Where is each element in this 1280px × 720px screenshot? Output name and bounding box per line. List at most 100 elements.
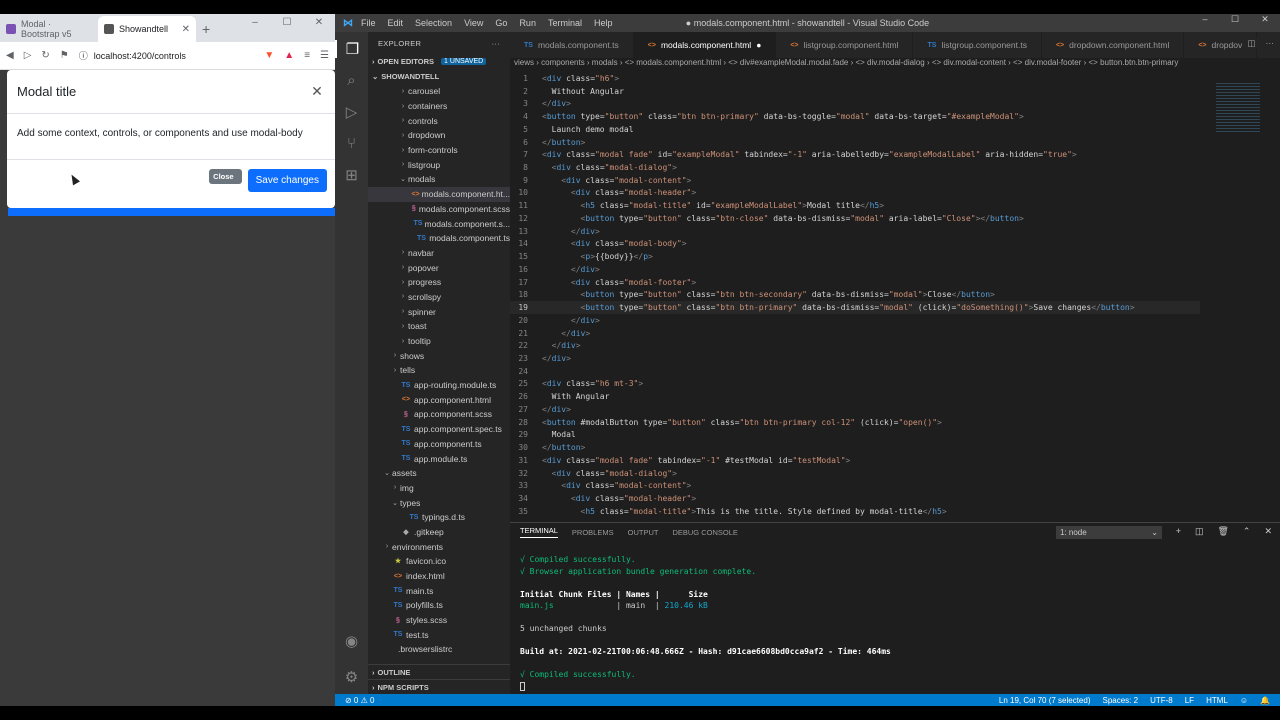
close-window-icon[interactable]: ✕ bbox=[303, 14, 335, 32]
bookmark-icon[interactable]: ⚑ bbox=[60, 50, 69, 61]
breadcrumb[interactable]: views › components › modals › <> modals.… bbox=[510, 58, 1280, 71]
close-button[interactable]: Close bbox=[209, 169, 242, 184]
tree-item[interactable]: <> app.component.html bbox=[368, 392, 510, 407]
maximize-icon[interactable]: ☐ bbox=[1220, 14, 1250, 25]
tree-item[interactable]: <> index.html bbox=[368, 569, 510, 584]
code-line[interactable]: 14 <div class="modal-body"> bbox=[510, 238, 1200, 251]
code-line[interactable]: 13 </div> bbox=[510, 225, 1200, 238]
tree-item[interactable]: TS modals.component.s... bbox=[368, 216, 510, 231]
tree-item[interactable]: › toast bbox=[368, 319, 510, 334]
project-section[interactable]: ⌄ SHOWANDTELL bbox=[368, 69, 510, 84]
tree-item[interactable]: TS test.ts bbox=[368, 627, 510, 642]
tree-item[interactable]: ⌄ modals bbox=[368, 172, 510, 187]
code-line[interactable]: 15 <p>{{body}}</p> bbox=[510, 250, 1200, 263]
menu-item-edit[interactable]: Edit bbox=[388, 18, 404, 28]
code-line[interactable]: 2 Without Angular bbox=[510, 85, 1200, 98]
tree-item[interactable]: .browserslistrc bbox=[368, 642, 510, 657]
feedback-icon[interactable]: ☺ bbox=[1240, 696, 1248, 705]
new-tab-icon[interactable]: + bbox=[202, 21, 210, 37]
menu-item-go[interactable]: Go bbox=[495, 18, 507, 28]
code-line[interactable]: 24 bbox=[510, 365, 1200, 378]
notifications-icon[interactable]: 🔔 bbox=[1260, 696, 1270, 705]
tree-item[interactable]: › listgroup bbox=[368, 157, 510, 172]
maximize-panel-icon[interactable]: ⌃ bbox=[1243, 526, 1251, 537]
tree-item[interactable]: § app.component.scss bbox=[368, 407, 510, 422]
code-line[interactable]: 1 <div class="h6"> bbox=[510, 72, 1200, 85]
tree-item[interactable]: ⌄ types bbox=[368, 495, 510, 510]
code-line[interactable]: 10 <div class="modal-header"> bbox=[510, 187, 1200, 200]
minimap[interactable] bbox=[1200, 72, 1280, 522]
tree-item[interactable]: <> modals.component.ht... bbox=[368, 186, 510, 202]
code-line[interactable]: 29 Modal bbox=[510, 429, 1200, 442]
tree-item[interactable]: › tells bbox=[368, 363, 510, 378]
tree-item[interactable]: › tooltip bbox=[368, 334, 510, 349]
tree-item[interactable]: TS typings.d.ts bbox=[368, 510, 510, 525]
code-line[interactable]: 3 </div> bbox=[510, 97, 1200, 110]
brave-shield-icon[interactable]: ▼ bbox=[264, 50, 274, 61]
code-line[interactable]: 23 </div> bbox=[510, 352, 1200, 365]
tree-item[interactable]: › navbar bbox=[368, 246, 510, 261]
tree-item[interactable]: › dropdown bbox=[368, 128, 510, 143]
tree-item[interactable]: › progress bbox=[368, 275, 510, 290]
explorer-icon[interactable]: ❐ bbox=[335, 40, 368, 58]
tree-item[interactable]: › spinner bbox=[368, 304, 510, 319]
problems-count[interactable]: ⊘ 0 ⚠ 0 bbox=[345, 696, 374, 705]
code-line[interactable]: 32 <div class="modal-dialog"> bbox=[510, 467, 1200, 480]
code-line[interactable]: 35 <h5 class="modal-title">This is the t… bbox=[510, 505, 1200, 518]
menu-item-run[interactable]: Run bbox=[519, 18, 536, 28]
more-actions-icon[interactable]: ··· bbox=[492, 39, 500, 48]
tree-item[interactable]: ◆ .gitkeep bbox=[368, 525, 510, 540]
tree-item[interactable]: › containers bbox=[368, 99, 510, 114]
tree-item[interactable]: › img bbox=[368, 481, 510, 496]
code-line[interactable]: 28 <button #modalButton type="button" cla… bbox=[510, 416, 1200, 429]
editor-tab[interactable]: TS modals.component.ts bbox=[510, 32, 634, 58]
code-line[interactable]: 18 <button type="button" class="btn btn-… bbox=[510, 288, 1200, 301]
code-line[interactable]: 25 <div class="h6 mt-3"> bbox=[510, 378, 1200, 391]
code-line[interactable]: 20 </div> bbox=[510, 314, 1200, 327]
info-icon[interactable]: ⓘ bbox=[79, 49, 88, 62]
brave-rewards-icon[interactable]: ▲ bbox=[284, 50, 294, 61]
code-line[interactable]: 4 <button type="button" class="btn btn-pr… bbox=[510, 110, 1200, 123]
code-line[interactable]: 11 <h5 class="modal-title" id="exampleMo… bbox=[510, 199, 1200, 212]
tree-item[interactable]: TS app.component.ts bbox=[368, 437, 510, 452]
tree-item[interactable]: § modals.component.scss bbox=[368, 202, 510, 217]
split-editor-icon[interactable]: ◫ bbox=[1247, 38, 1255, 49]
tree-item[interactable]: TS app-routing.module.ts bbox=[368, 378, 510, 393]
tree-item[interactable]: › environments bbox=[368, 539, 510, 554]
code-line[interactable]: 21 </div> bbox=[510, 327, 1200, 340]
forward-icon[interactable]: ▷ bbox=[24, 50, 32, 61]
editor-tab[interactable]: <> modals.component.html ● bbox=[633, 32, 777, 58]
split-terminal-icon[interactable]: ◫ bbox=[1195, 526, 1204, 537]
search-icon[interactable]: ⌕ bbox=[347, 72, 355, 89]
code-line[interactable]: 30 </button> bbox=[510, 441, 1200, 454]
indentation[interactable]: Spaces: 2 bbox=[1102, 696, 1138, 705]
cursor-position[interactable]: Ln 19, Col 70 (7 selected) bbox=[999, 696, 1091, 705]
browser-tab-bootstrap[interactable]: Modal · Bootstrap v5 bbox=[0, 16, 98, 42]
code-line[interactable]: 31 <div class="modal fade" tabindex="-1" … bbox=[510, 454, 1200, 467]
minimize-icon[interactable]: – bbox=[1190, 14, 1220, 25]
code-line[interactable]: 7 <div class="modal fade" id="exampleModa… bbox=[510, 148, 1200, 161]
menu-item-file[interactable]: File bbox=[361, 18, 376, 28]
account-icon[interactable]: ◉ bbox=[345, 632, 358, 650]
code-line[interactable]: 19 <button type="button" class="btn btn-… bbox=[510, 301, 1200, 314]
code-line[interactable]: 22 </div> bbox=[510, 339, 1200, 352]
browser-tab-showandtell[interactable]: Showandtell ✕ bbox=[98, 16, 196, 42]
tree-item[interactable]: TS polyfills.ts bbox=[368, 598, 510, 613]
code-editor[interactable]: 1 <div class="h6"> 2 Without Angular 3 </div… bbox=[510, 72, 1200, 522]
address-bar[interactable]: ⓘ localhost:4200/controls bbox=[79, 49, 255, 62]
tree-item[interactable]: TS main.ts bbox=[368, 583, 510, 598]
code-line[interactable]: 8 <div class="modal-dialog"> bbox=[510, 161, 1200, 174]
playlist-icon[interactable]: ≡ bbox=[304, 50, 310, 61]
menu-item-terminal[interactable]: Terminal bbox=[548, 18, 582, 28]
maximize-icon[interactable]: ☐ bbox=[271, 14, 303, 32]
settings-gear-icon[interactable]: ⚙ bbox=[345, 668, 358, 686]
minimize-icon[interactable]: – bbox=[239, 14, 271, 32]
editor-tab[interactable]: <> dropdov bbox=[1184, 32, 1258, 58]
code-line[interactable]: 5 Launch demo modal bbox=[510, 123, 1200, 136]
open-editors-section[interactable]: › OPEN EDITORS 1 UNSAVED bbox=[368, 54, 510, 69]
code-line[interactable]: 16 </div> bbox=[510, 263, 1200, 276]
code-line[interactable]: 9 <div class="modal-content"> bbox=[510, 174, 1200, 187]
menu-item-help[interactable]: Help bbox=[594, 18, 613, 28]
more-actions-icon[interactable]: ··· bbox=[1266, 38, 1275, 49]
panel-tab-problems[interactable]: PROBLEMS bbox=[572, 528, 614, 537]
